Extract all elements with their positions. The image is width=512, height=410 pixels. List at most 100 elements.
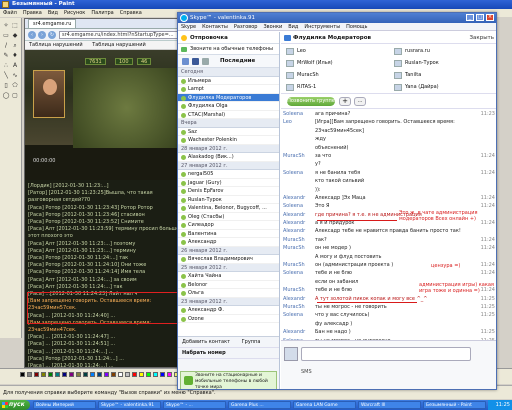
facebook-tab-icon[interactable]	[192, 58, 199, 65]
promo-banner[interactable]: Звоните на стационарные и мобильные теле…	[180, 371, 277, 389]
contact-item[interactable]: Alaskadog (Вик...)	[178, 153, 279, 162]
fill-icon[interactable]: ◆	[11, 32, 19, 40]
menu-view[interactable]: Вид	[285, 24, 301, 30]
participant[interactable]: MrWolf (Илья)	[283, 58, 383, 69]
taskbar-button[interactable]: Warcraft III	[358, 401, 421, 409]
color-swatch[interactable]	[34, 372, 39, 377]
free-select-icon[interactable]: ✧	[2, 22, 10, 30]
menu-colors[interactable]: Палитра	[88, 10, 116, 16]
color-swatch[interactable]	[104, 372, 109, 377]
participant[interactable]: Ruslan-Турок	[391, 58, 491, 69]
picker-icon[interactable]: /	[2, 42, 10, 50]
color-swatch[interactable]	[83, 372, 88, 377]
more-button[interactable]: ...	[354, 97, 366, 106]
contact-item[interactable]: Ozone	[178, 315, 279, 323]
contact-item[interactable]: Силеадор	[178, 221, 279, 230]
contact-item[interactable]: Флудилка Модераторов	[178, 93, 279, 102]
select-icon[interactable]: ⬚	[11, 22, 19, 30]
color-swatch[interactable]	[55, 372, 60, 377]
menu-file[interactable]: Файл	[0, 10, 20, 16]
curve-icon[interactable]: ∿	[11, 72, 19, 80]
brush-icon[interactable]: ♦	[11, 52, 19, 60]
contact-item[interactable]: Александр	[178, 238, 279, 247]
contact-item[interactable]: Jaguar (Gurу)	[178, 179, 279, 187]
color-swatch[interactable]	[160, 372, 165, 377]
airbrush-icon[interactable]: ∴	[2, 62, 10, 70]
participant[interactable]: Yana (Дайра)	[391, 82, 491, 93]
contacts-tab-icon[interactable]	[182, 58, 189, 65]
contact-item[interactable]: Lampt	[178, 85, 279, 94]
pencil-icon[interactable]: ✎	[2, 52, 10, 60]
menu-calls[interactable]: Звонки	[260, 24, 285, 30]
close-conversation-button[interactable]: Закрыть	[470, 32, 495, 44]
contact-item[interactable]: Saz	[178, 128, 279, 136]
color-swatch[interactable]	[146, 372, 151, 377]
add-contact-button[interactable]: Добавить контакт	[182, 339, 230, 345]
color-swatch[interactable]	[132, 372, 137, 377]
call-group-button[interactable]: Позвонить группе	[287, 97, 335, 106]
recent-tab-icon[interactable]	[202, 58, 209, 65]
contact-item[interactable]: Ruslan-Турок	[178, 196, 279, 204]
color-swatch[interactable]	[111, 372, 116, 377]
contact-item[interactable]: Denis EpFarov	[178, 187, 279, 196]
rectangle-icon[interactable]: ▯	[2, 82, 10, 90]
my-status[interactable]: Отпровочка	[178, 32, 279, 44]
taskbar-button[interactable]: Безымянный - Paint	[423, 401, 486, 409]
participant[interactable]: RITAS-1	[283, 82, 383, 93]
line-icon[interactable]: ╲	[2, 72, 10, 80]
menu-view[interactable]: Вид	[45, 10, 61, 16]
taskbar-button[interactable]: Garena LAN Game	[293, 401, 356, 409]
group-button[interactable]: Группа	[242, 339, 261, 345]
menu-help[interactable]: Помощь	[343, 24, 370, 30]
contact-item[interactable]: Вячеслав Владимирович	[178, 255, 279, 264]
color-swatch[interactable]	[90, 372, 95, 377]
message-input[interactable]	[301, 347, 471, 361]
forward-icon[interactable]: ›	[38, 31, 46, 39]
color-swatch[interactable]	[139, 372, 144, 377]
eraser-icon[interactable]: ▭	[2, 32, 10, 40]
color-swatch[interactable]	[167, 372, 172, 377]
bookmark-violations-1[interactable]: Таблица нарушений	[29, 42, 83, 48]
sms-toggle[interactable]: SMS	[301, 369, 312, 375]
ellipse-icon[interactable]: ◯	[2, 92, 10, 100]
contact-item[interactable]: Belonor	[178, 281, 279, 289]
rounded-rect-icon[interactable]: ▢	[11, 92, 19, 100]
contact-item[interactable]: Valentina, Belonor, Bugycoff, ...	[178, 204, 279, 213]
participant[interactable]: Leo	[283, 46, 383, 57]
color-swatch[interactable]	[118, 372, 123, 377]
participant[interactable]: Tanilta	[391, 70, 491, 81]
browser-tab[interactable]: sr4.emgame.ru	[28, 19, 77, 28]
menu-conversation[interactable]: Разговор	[231, 24, 261, 30]
participant[interactable]: MuracSh	[283, 70, 383, 81]
maximize-icon[interactable]: □	[476, 14, 484, 21]
contact-item[interactable]: Александр Ф.	[178, 306, 279, 315]
color-swatch[interactable]	[69, 372, 74, 377]
call-phones-link[interactable]: Звоните на обычные телефоны	[178, 44, 279, 55]
color-swatch[interactable]	[48, 372, 53, 377]
menu-image[interactable]: Рисунок	[61, 10, 88, 16]
taskbar-button[interactable]: Войны Империй	[33, 401, 96, 409]
dial-number-button[interactable]: Набрать номер	[178, 348, 279, 359]
menu-contacts[interactable]: Контакты	[199, 24, 231, 30]
contact-item[interactable]: Ольга	[178, 289, 279, 298]
menu-tools[interactable]: Инструменты	[301, 24, 343, 30]
contact-item[interactable]: СТАС(Marshal)	[178, 111, 279, 119]
character-portrait[interactable]	[33, 70, 65, 118]
close-icon[interactable]: ×	[486, 14, 494, 21]
contact-item[interactable]: Ильмера	[178, 77, 279, 85]
contact-item[interactable]: Флудилка Olga	[178, 102, 279, 111]
color-swatch[interactable]	[41, 372, 46, 377]
color-swatch[interactable]	[97, 372, 102, 377]
contact-item[interactable]: Валентина	[178, 230, 279, 238]
color-swatch[interactable]	[125, 372, 130, 377]
taskbar-button[interactable]: Garena Plus ...	[228, 401, 291, 409]
back-icon[interactable]: ‹	[28, 31, 36, 39]
color-swatch[interactable]	[76, 372, 81, 377]
taskbar-button[interactable]: Skype™ - valentinka.91	[98, 401, 161, 409]
contact-item[interactable]: Oleg (Стасбы)	[178, 213, 279, 221]
magnifier-icon[interactable]: ⌕	[11, 42, 19, 50]
participant[interactable]: rusrara.ru	[391, 46, 491, 57]
contact-item[interactable]: Хайта Чайна	[178, 272, 279, 281]
polygon-icon[interactable]: ⬠	[11, 82, 19, 90]
reload-icon[interactable]: ↻	[48, 31, 56, 39]
